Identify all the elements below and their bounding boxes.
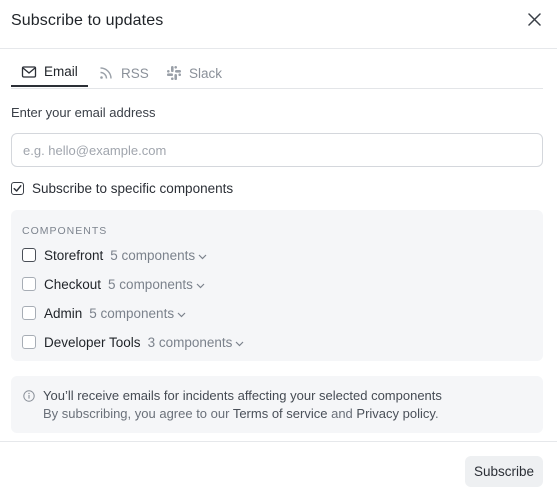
component-count-dropdown[interactable]: 5 components xyxy=(110,248,207,263)
terms-and: and xyxy=(331,406,353,421)
terms-period: . xyxy=(434,406,439,421)
tab-email[interactable]: Email xyxy=(11,58,88,87)
mail-icon xyxy=(21,64,37,80)
component-checkbox[interactable] xyxy=(22,277,36,291)
component-count: 5 components xyxy=(89,305,175,321)
tab-rss[interactable]: RSS xyxy=(98,58,149,88)
info-icon xyxy=(23,389,35,402)
terms-of-service-link[interactable]: Terms of service xyxy=(233,406,328,421)
specific-components-checkbox[interactable] xyxy=(11,182,24,195)
subscribe-button[interactable]: Subscribe xyxy=(465,456,543,487)
chevron-down-icon xyxy=(195,248,207,263)
component-count-dropdown[interactable]: 5 components xyxy=(89,306,186,321)
component-name[interactable]: Developer Tools xyxy=(44,335,141,350)
component-count: 3 components xyxy=(147,334,233,350)
component-count: 5 components xyxy=(108,276,193,292)
specific-components-checkbox-row[interactable]: Subscribe to specific components xyxy=(11,181,233,196)
dialog-header: Subscribe to updates xyxy=(0,0,557,49)
component-count-dropdown[interactable]: 5 components xyxy=(108,277,205,292)
components-heading: COMPONENTS xyxy=(22,225,108,237)
component-checkbox[interactable] xyxy=(22,248,36,262)
close-button[interactable] xyxy=(525,13,543,31)
tab-rss-label: RSS xyxy=(121,65,149,81)
footer-divider xyxy=(0,441,557,442)
chevron-down-icon xyxy=(193,277,205,292)
component-count-dropdown[interactable]: 3 components xyxy=(148,335,245,350)
tab-slack[interactable]: Slack xyxy=(166,58,222,88)
component-row-developer-tools: Developer Tools 3 components xyxy=(22,333,244,351)
terms-text: By subscribing, you agree to our Terms o… xyxy=(43,406,439,421)
email-field[interactable] xyxy=(11,133,543,167)
specific-components-label: Subscribe to specific components xyxy=(32,181,234,196)
dialog-title: Subscribe to updates xyxy=(11,12,164,29)
tab-email-label: Email xyxy=(44,64,78,79)
slack-icon xyxy=(166,65,182,81)
close-icon xyxy=(527,13,541,31)
privacy-policy-link[interactable]: Privacy policy xyxy=(356,406,435,421)
chevron-down-icon xyxy=(174,306,186,321)
component-name[interactable]: Checkout xyxy=(44,277,101,292)
component-count: 5 components xyxy=(110,247,196,263)
terms-prefix: By subscribing, you agree to our xyxy=(43,406,230,421)
chevron-down-icon xyxy=(232,335,244,350)
component-checkbox[interactable] xyxy=(22,306,36,320)
component-checkbox[interactable] xyxy=(22,335,36,349)
subscription-tabs: Email RSS Slack xyxy=(11,58,543,89)
tab-slack-label: Slack xyxy=(189,65,223,81)
info-notice: You’ll receive emails for incidents affe… xyxy=(11,376,543,433)
email-label: Enter your email address xyxy=(11,105,156,120)
rss-icon xyxy=(98,65,114,81)
component-row-storefront: Storefront 5 components xyxy=(22,246,207,264)
component-row-checkout: Checkout 5 components xyxy=(22,275,205,293)
info-text: You’ll receive emails for incidents affe… xyxy=(43,388,442,403)
component-row-admin: Admin 5 components xyxy=(22,304,186,322)
component-name[interactable]: Admin xyxy=(44,306,82,321)
components-panel: COMPONENTS Storefront 5 components Check… xyxy=(11,210,543,361)
component-name[interactable]: Storefront xyxy=(44,248,103,263)
